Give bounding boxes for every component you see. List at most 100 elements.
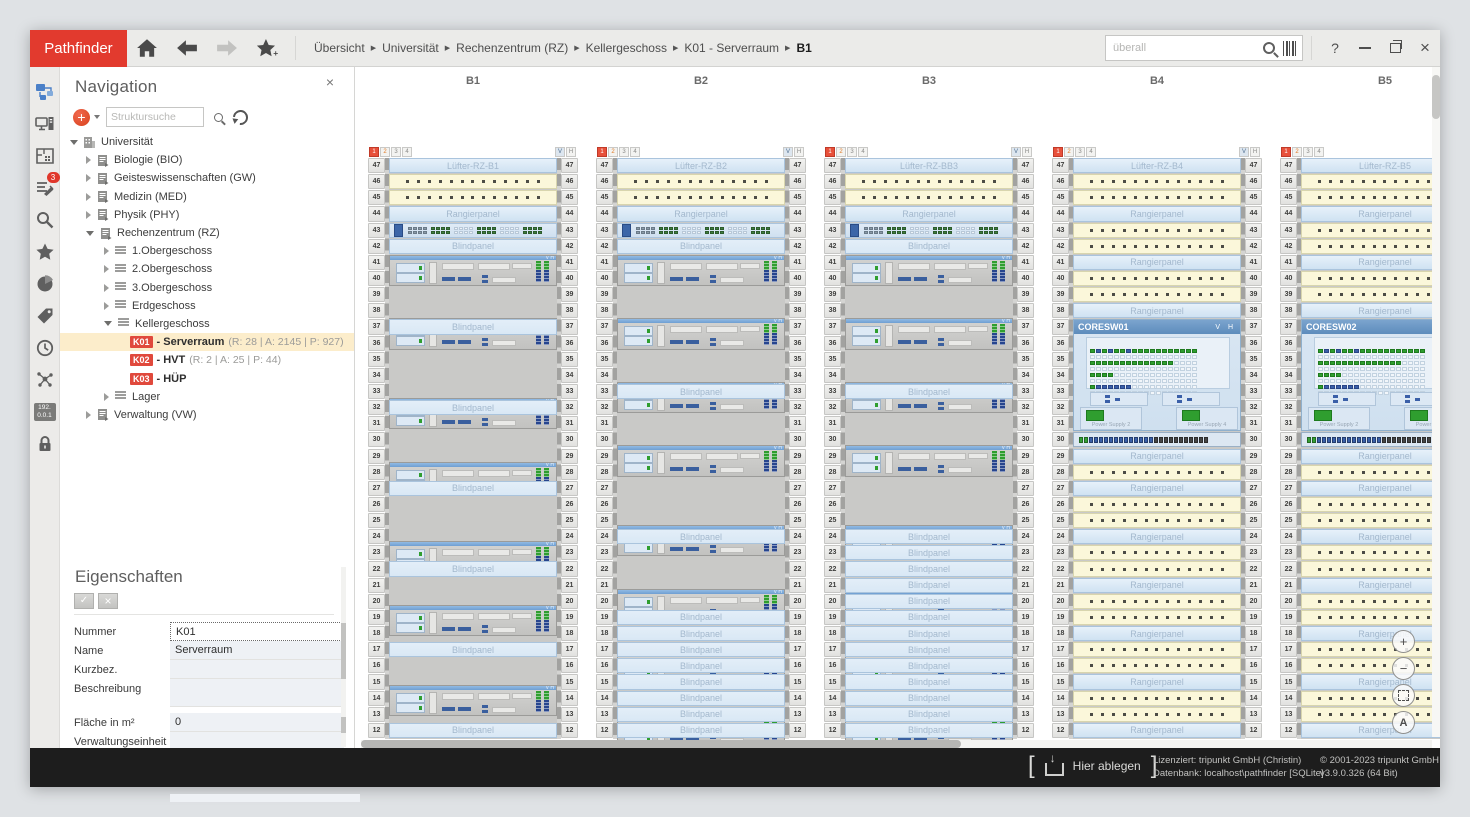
- rack-page-tab-1[interactable]: 1: [825, 147, 835, 157]
- topology-icon[interactable]: [31, 77, 59, 107]
- rack-b1-unit-45[interactable]: [389, 190, 557, 205]
- rack-b4-unit-19[interactable]: [1073, 610, 1241, 625]
- rack-b4-unit-45[interactable]: [1073, 190, 1241, 205]
- rack-b1-unit-26[interactable]: V H: [389, 685, 557, 716]
- tree-node[interactable]: Erdgeschoss: [60, 297, 354, 315]
- rack-b3-unit-24[interactable]: Blindpanel: [845, 529, 1013, 544]
- rack-b4-unit-38[interactable]: Rangierpanel: [1073, 303, 1241, 318]
- view-toggle[interactable]: V H: [1215, 324, 1236, 331]
- property-value-nummer[interactable]: K01: [170, 622, 344, 641]
- rack-b3-unit-16[interactable]: Blindpanel: [845, 658, 1013, 673]
- expand-icon[interactable]: [86, 411, 91, 419]
- rack-b3-unit-19[interactable]: Blindpanel: [845, 610, 1013, 625]
- text-scale-button[interactable]: A: [1392, 711, 1415, 734]
- rack-b5-unit-13[interactable]: [1301, 707, 1440, 722]
- rack-b2-unit-39[interactable]: V H: [617, 318, 785, 349]
- breadcrumb-item[interactable]: Übersicht: [314, 41, 365, 55]
- rack-b5-unit-24[interactable]: Rangierpanel: [1301, 529, 1440, 544]
- breadcrumb-item[interactable]: B1: [796, 41, 811, 55]
- rack-page-tab-3[interactable]: 3: [847, 147, 857, 157]
- rack-b2-unit-33[interactable]: Blindpanel: [617, 384, 785, 399]
- rack-b5-unit-42[interactable]: [1301, 239, 1440, 254]
- properties-scrollbar[interactable]: [341, 567, 346, 747]
- rack-b2-unit-43[interactable]: [617, 223, 785, 238]
- rack-b5-unit-38[interactable]: Rangierpanel: [1301, 303, 1440, 318]
- rack-b4-unit-41[interactable]: Rangierpanel: [1073, 255, 1241, 270]
- rack-b3-unit-43[interactable]: [845, 223, 1013, 238]
- rack-b4-unit-27[interactable]: Rangierpanel: [1073, 481, 1241, 496]
- tree-room-k02[interactable]: K02- HVT(R: 2 | A: 25 | P: 44): [60, 351, 354, 369]
- rack-b2-unit-18[interactable]: Blindpanel: [617, 626, 785, 641]
- rack-b5-unit-12[interactable]: Rangierpanel: [1301, 723, 1440, 738]
- rack-b3-unit-14[interactable]: Blindpanel: [845, 691, 1013, 706]
- property-value-name[interactable]: Serverraum: [170, 641, 344, 660]
- rack-b4-unit-40[interactable]: [1073, 271, 1241, 286]
- rack-b5-unit-43[interactable]: [1301, 223, 1440, 238]
- rack-page-tab-2[interactable]: 2: [380, 147, 390, 157]
- rack-b4-unit-28[interactable]: [1073, 465, 1241, 480]
- expand-icon[interactable]: [86, 174, 91, 182]
- rack-b3-unit-13[interactable]: Blindpanel: [845, 707, 1013, 722]
- breadcrumb-item[interactable]: Universität: [382, 41, 439, 55]
- restore-button[interactable]: [1380, 33, 1410, 63]
- rack-b3-unit-22[interactable]: Blindpanel: [845, 561, 1013, 576]
- rack-b4-unit-21[interactable]: Rangierpanel: [1073, 578, 1241, 593]
- rack-b5-unit-15[interactable]: Rangierpanel: [1301, 674, 1440, 689]
- rack-b5-unit-29[interactable]: Rangierpanel: [1301, 449, 1440, 464]
- close-panel-icon[interactable]: ×: [320, 73, 340, 91]
- rack-b2-unit-41[interactable]: V H: [617, 255, 785, 286]
- vertical-scrollbar[interactable]: [1432, 67, 1440, 737]
- rack-page-tab-4[interactable]: 4: [858, 147, 868, 157]
- rack-b5-unit-14[interactable]: [1301, 691, 1440, 706]
- rack-page-tab-1[interactable]: 1: [1281, 147, 1291, 157]
- rack-view-tab-h[interactable]: H: [794, 147, 804, 157]
- rack-page-tab-3[interactable]: 3: [391, 147, 401, 157]
- workstation-icon[interactable]: [31, 109, 59, 139]
- expand-icon[interactable]: [104, 247, 109, 255]
- rack-b2-unit-16[interactable]: Blindpanel: [617, 658, 785, 673]
- tree-room-k01[interactable]: K01- Serverraum(R: 28 | A: 2145 | P: 927…: [60, 333, 354, 351]
- tree-node[interactable]: Kellergeschoss: [60, 315, 354, 333]
- refresh-icon[interactable]: [230, 106, 251, 127]
- rack-b2-unit-19[interactable]: Blindpanel: [617, 610, 785, 625]
- tree-node[interactable]: 1.Obergeschoss: [60, 242, 354, 260]
- rack-page-tab-4[interactable]: 4: [1086, 147, 1096, 157]
- apply-button[interactable]: [74, 593, 94, 609]
- expand-icon[interactable]: [86, 156, 91, 164]
- rack-b5-unit-26[interactable]: [1301, 497, 1440, 512]
- expand-icon[interactable]: [104, 284, 109, 292]
- rack-b4-unit-17[interactable]: [1073, 642, 1241, 657]
- rack-b3-unit-17[interactable]: Blindpanel: [845, 642, 1013, 657]
- rack-b1-unit-17[interactable]: Blindpanel: [389, 642, 557, 657]
- discard-button[interactable]: [98, 593, 118, 609]
- rack-b2-unit-13[interactable]: Blindpanel: [617, 707, 785, 722]
- expand-icon[interactable]: [86, 193, 91, 201]
- rack-b2-unit-46[interactable]: [617, 174, 785, 189]
- property-value-beschreibung[interactable]: [170, 679, 344, 707]
- home-button[interactable]: [134, 35, 160, 61]
- rack-b4-unit-46[interactable]: [1073, 174, 1241, 189]
- fit-selection-button[interactable]: [1392, 684, 1415, 707]
- rack-b3-unit-42[interactable]: Blindpanel: [845, 239, 1013, 254]
- rack-b1-unit-32[interactable]: Blindpanel: [389, 400, 557, 415]
- rack-b3-unit-35[interactable]: V H: [845, 445, 1013, 476]
- back-button[interactable]: [174, 35, 200, 61]
- barcode-icon[interactable]: [1283, 41, 1297, 56]
- rack-page-tab-2[interactable]: 2: [1292, 147, 1302, 157]
- rack-b1-unit-42[interactable]: Blindpanel: [389, 239, 557, 254]
- forward-button[interactable]: [214, 35, 240, 61]
- tree-node[interactable]: Rechenzentrum (RZ): [60, 224, 354, 242]
- collapse-icon[interactable]: [86, 231, 94, 236]
- rack-b5-unit-47[interactable]: Lüfter-RZ-B5: [1301, 158, 1440, 173]
- rack-page-tab-4[interactable]: 4: [402, 147, 412, 157]
- rack-b3-unit-44[interactable]: Rangierpanel: [845, 206, 1013, 221]
- rack-b5-unit-40[interactable]: [1301, 271, 1440, 286]
- rack-page-tab-4[interactable]: 4: [630, 147, 640, 157]
- rack-b3-unit-33[interactable]: Blindpanel: [845, 384, 1013, 399]
- rack-b4-unit-47[interactable]: Lüfter-RZ-B4: [1073, 158, 1241, 173]
- rack-b3-unit-45[interactable]: [845, 190, 1013, 205]
- tree-node[interactable]: Physik (PHY): [60, 206, 354, 224]
- rack-b4-unit-44[interactable]: Rangierpanel: [1073, 206, 1241, 221]
- rack-b4-unit-25[interactable]: [1073, 513, 1241, 528]
- rack-b4-unit-22[interactable]: [1073, 561, 1241, 576]
